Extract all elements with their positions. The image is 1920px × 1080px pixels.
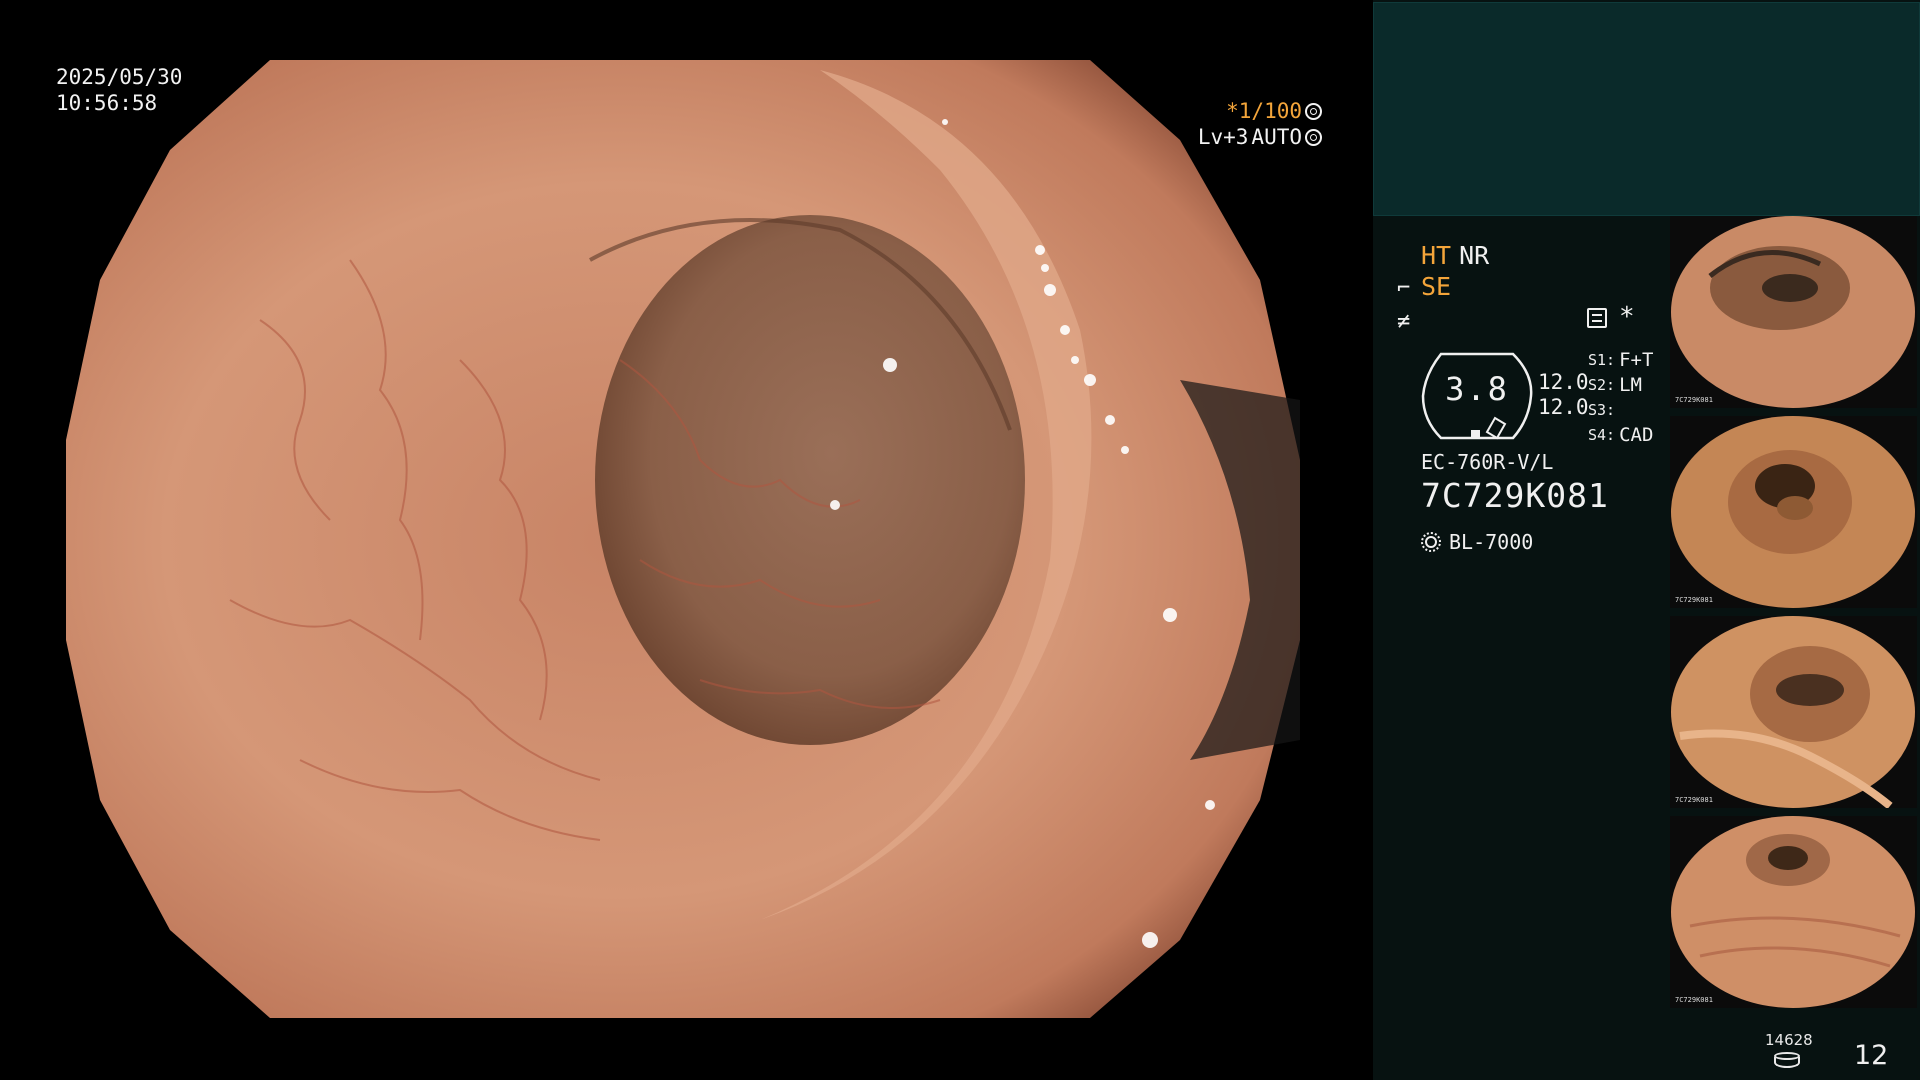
light-source-label: BL-7000	[1449, 530, 1534, 554]
info-panel: HT NR ⌐ SE ≠ * 3.8 12.0 12.0 S1: F+T S2:…	[1373, 0, 1920, 1080]
settings-list-icon	[1587, 308, 1607, 328]
switch-value: CAD	[1619, 424, 1654, 446]
exposure-overlay: *1/100 Lv+3 AUTO	[1176, 98, 1322, 150]
endoscopy-screen: 2025/05/30 10:56:58 *1/100 Lv+3 AUTO HT N…	[0, 0, 1920, 1080]
light-source-icon	[1421, 532, 1441, 552]
gauge-value: 3.8	[1445, 370, 1509, 408]
light-source: BL-7000	[1421, 530, 1533, 554]
datetime-overlay: 2025/05/30 10:56:58	[56, 64, 182, 116]
mode-nr: NR	[1459, 241, 1490, 270]
thumbnail[interactable]: 7C729K081	[1670, 616, 1917, 808]
thumbnail[interactable]: 7C729K081	[1670, 816, 1917, 1008]
switch-row: S2: LM	[1588, 373, 1653, 398]
switch-key: S3:	[1588, 401, 1616, 419]
switch-key: S1:	[1588, 351, 1616, 369]
thumbnail[interactable]: 7C729K081	[1670, 416, 1917, 608]
colon-lumen-image	[66, 60, 1300, 1018]
switch-row: S4: CAD	[1588, 423, 1653, 448]
mode-ht: HT	[1421, 241, 1452, 270]
thumbnail-caption: 7C729K081	[1675, 996, 1713, 1004]
asterisk-indicator: *	[1619, 302, 1635, 332]
value-upper: 12.0	[1538, 370, 1589, 394]
thumbnail-image	[1671, 416, 1915, 608]
capture-thumbnails: 7C729K081 7C729K081 7C729K081 7C729K081	[1670, 216, 1917, 1016]
switch-row: S3:	[1588, 398, 1653, 423]
switch-key: S2:	[1588, 376, 1616, 394]
processor-settings: HT NR ⌐ SE ≠ * 3.8 12.0 12.0 S1: F+T S2:…	[1397, 240, 1653, 554]
thumbnail-caption: 7C729K081	[1675, 796, 1713, 804]
top-display-box	[1373, 2, 1920, 216]
shutter-wheel-icon	[1305, 102, 1322, 120]
thumbnail-caption: 7C729K081	[1675, 396, 1713, 404]
thumbnail-caption: 7C729K081	[1675, 596, 1713, 604]
dual-values: 12.0 12.0	[1538, 370, 1589, 420]
scope-serial: 7C729K081	[1421, 476, 1609, 515]
thumbnail[interactable]: 7C729K081	[1670, 216, 1917, 408]
level-text: Lv+3	[1197, 125, 1249, 149]
shutter-speed-text: *1/100	[1226, 99, 1302, 123]
scope-model: EC-760R-V/L	[1421, 450, 1554, 474]
switch-row: S1: F+T	[1588, 348, 1653, 373]
value-lower: 12.0	[1538, 395, 1589, 419]
flash-icon: ≠	[1397, 309, 1411, 334]
storage-disk-icon	[1774, 1052, 1800, 1068]
switch-key: S4:	[1588, 426, 1616, 444]
endoscope-live-view: 2025/05/30 10:56:58 *1/100 Lv+3 AUTO	[0, 0, 1373, 1080]
capture-count: 12	[1854, 1040, 1889, 1071]
switch-value: F+T	[1619, 349, 1654, 371]
thumbnail-image	[1671, 816, 1915, 1008]
switch-settings: S1: F+T S2: LM S3: S4: CAD	[1588, 348, 1653, 448]
thumbnail-image	[1671, 216, 1915, 408]
switch-value: LM	[1619, 374, 1642, 396]
iris-icon	[1305, 128, 1322, 146]
mode-se: SE	[1421, 272, 1452, 301]
remaining-captures: 14628	[1765, 1031, 1813, 1049]
time-text: 10:56:58	[56, 91, 158, 115]
date-text: 2025/05/30	[56, 65, 183, 89]
thumbnail-image	[1671, 616, 1915, 808]
scope-tip-icon: ⌐	[1397, 276, 1411, 301]
magnification-gauge: 3.8	[1421, 352, 1533, 440]
mode-text: AUTO	[1251, 125, 1302, 149]
